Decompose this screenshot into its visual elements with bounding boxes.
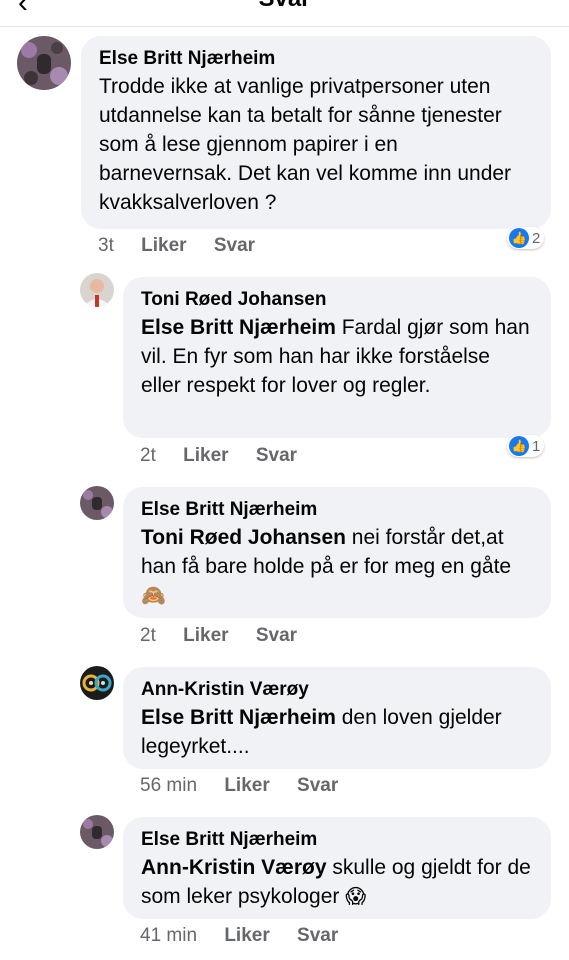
avatar-image <box>80 486 114 520</box>
comment-bubble: Ann-Kristin Værøy Else Britt Njærheim de… <box>123 667 551 769</box>
comment-time[interactable]: 2t <box>140 625 156 646</box>
avatar[interactable] <box>17 36 71 90</box>
reply-button[interactable]: Svar <box>297 925 338 946</box>
avatar[interactable] <box>80 815 114 849</box>
avatar-image <box>80 273 114 307</box>
page-title: Svar <box>0 0 569 13</box>
avatar-image <box>17 36 71 90</box>
like-button[interactable]: Liker <box>224 925 269 946</box>
like-button[interactable]: Liker <box>141 235 186 256</box>
comment-text: Trodde ikke at vanlige privatpersoner ut… <box>99 75 512 214</box>
comment-author[interactable]: Ann-Kristin Værøy <box>141 677 533 703</box>
comment-bubble: Toni Røed Johansen Else Britt Njærheim F… <box>123 277 551 438</box>
like-button[interactable]: Liker <box>224 775 269 796</box>
comment-author[interactable]: Else Britt Njærheim <box>141 497 533 523</box>
comment-author[interactable]: Else Britt Njærheim <box>99 46 533 72</box>
avatar-image <box>80 666 114 700</box>
like-button[interactable]: Liker <box>183 445 228 466</box>
reaction-badge[interactable]: 👍 1 <box>507 435 545 457</box>
reply-button[interactable]: Svar <box>297 775 338 796</box>
comment-actions: 41 min Liker Svar <box>140 925 360 947</box>
comment-text: Ann-Kristin Værøy skulle og gjeldt for d… <box>141 853 533 912</box>
mention-link[interactable]: Toni Røed Johansen <box>141 526 346 549</box>
comment-bubble: Else Britt Njærheim Ann-Kristin Værøy sk… <box>123 817 551 919</box>
avatar-image <box>80 815 114 849</box>
reaction-count: 2 <box>532 229 541 247</box>
top-bar: ‹ Svar <box>0 0 569 27</box>
comment-actions: 2t Liker Svar <box>140 445 319 467</box>
mention-link[interactable]: Else Britt Njærheim <box>141 706 336 729</box>
comment-bubble: Else Britt Njærheim Trodde ikke at vanli… <box>81 36 551 229</box>
reply-button[interactable]: Svar <box>256 625 297 646</box>
comment-text: Else Britt Njærheim Fardal gjør som han … <box>141 313 533 400</box>
avatar[interactable] <box>80 666 114 700</box>
like-reaction-icon: 👍 <box>509 436 529 456</box>
reply-button[interactable]: Svar <box>256 445 297 466</box>
comment-text: Toni Røed Johansen nei forstår det,at ha… <box>141 523 533 611</box>
avatar[interactable] <box>80 486 114 520</box>
comment-time[interactable]: 56 min <box>140 775 197 796</box>
comment-time[interactable]: 2t <box>140 445 156 466</box>
reply-button[interactable]: Svar <box>214 235 255 256</box>
like-button[interactable]: Liker <box>183 625 228 646</box>
comment-time[interactable]: 3t <box>98 235 114 256</box>
like-reaction-icon: 👍 <box>509 228 529 248</box>
comment-actions: 2t Liker Svar <box>140 625 319 647</box>
reaction-count: 1 <box>532 437 541 455</box>
comment-text: Else Britt Njærheim den loven gjelder le… <box>141 703 533 761</box>
see-no-evil-monkey-icon: 🙈 <box>141 585 166 607</box>
comment-author[interactable]: Else Britt Njærheim <box>141 827 533 853</box>
comment-bubble: Else Britt Njærheim Toni Røed Johansen n… <box>123 487 551 618</box>
comment-actions: 56 min Liker Svar <box>140 775 360 797</box>
comment-actions: 3t Liker Svar <box>98 235 277 257</box>
reaction-badge[interactable]: 👍 2 <box>507 227 545 249</box>
mention-link[interactable]: Else Britt Njærheim <box>141 316 336 339</box>
face-screaming-icon: 😱 <box>345 886 367 908</box>
comment-time[interactable]: 41 min <box>140 925 197 946</box>
comment-author[interactable]: Toni Røed Johansen <box>141 287 533 313</box>
avatar[interactable] <box>80 273 114 307</box>
mention-link[interactable]: Ann-Kristin Værøy <box>141 856 327 879</box>
